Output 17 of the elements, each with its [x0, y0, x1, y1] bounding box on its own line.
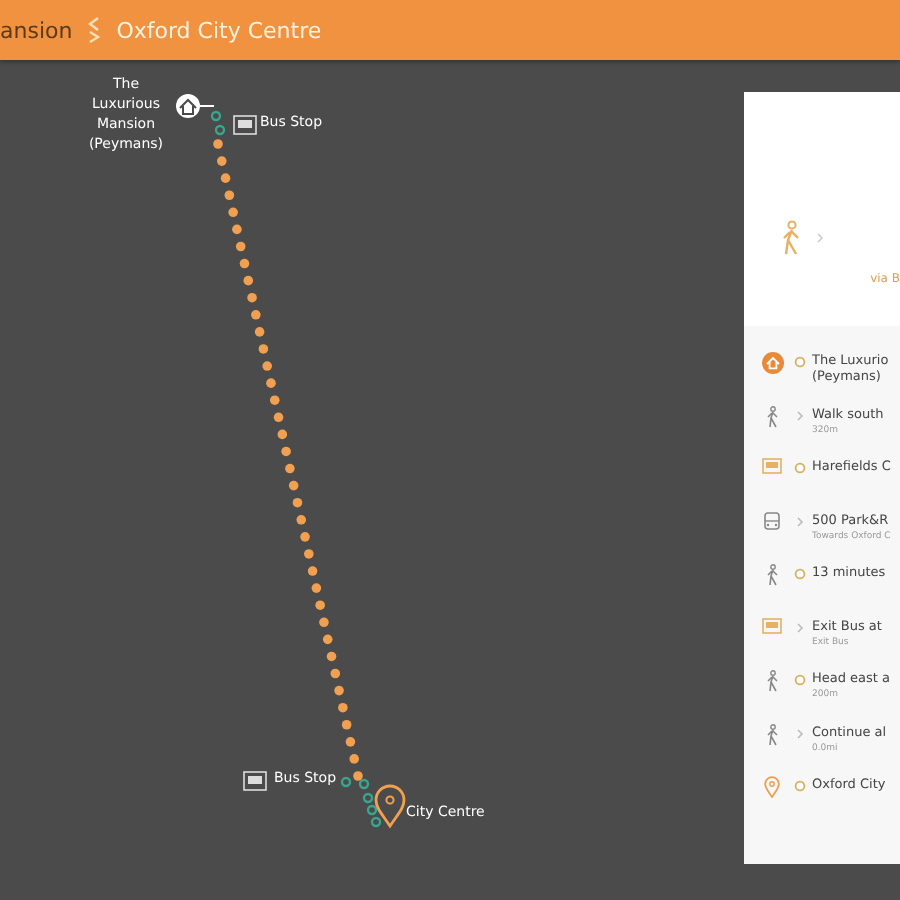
walking-person-icon: [780, 220, 804, 256]
chevron-icon: [816, 232, 824, 244]
bus-icon: [764, 511, 780, 531]
bus-stop-icon: [233, 115, 257, 135]
walking-person-icon: [765, 564, 779, 586]
location-pin-icon: [374, 784, 406, 828]
bus-stop-icon: [762, 617, 782, 633]
breadcrumb-item[interactable]: ansion: [0, 17, 73, 43]
chevrons-icon: [86, 16, 103, 44]
home-icon: [176, 94, 215, 118]
walking-person-icon: [765, 405, 779, 427]
bus-stop-icon: [243, 771, 267, 791]
bus-stop-icon: [762, 458, 782, 474]
home-icon: [761, 352, 783, 374]
walking-person-icon: [765, 723, 779, 745]
walking-person-icon: [765, 670, 779, 692]
location-pin-icon: [764, 776, 780, 798]
